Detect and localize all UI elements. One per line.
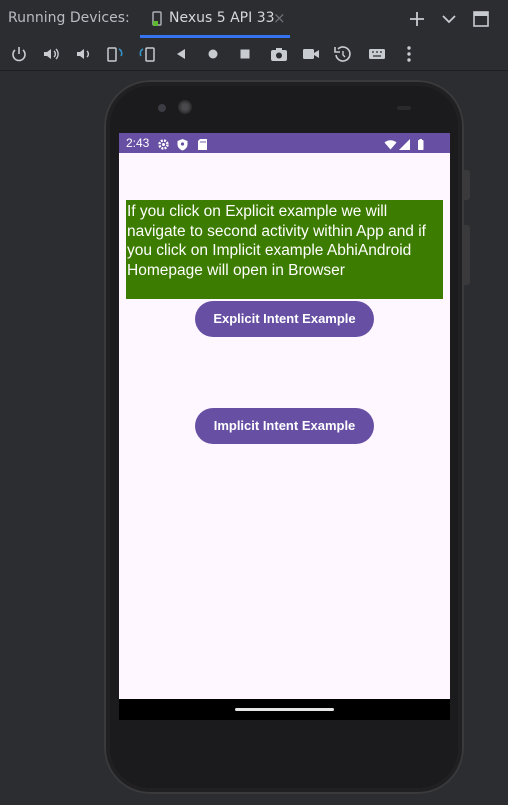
more-icon[interactable] [398, 43, 420, 65]
device-screen[interactable]: 2:43 If you click on Explicit example we… [119, 133, 450, 720]
explicit-intent-button[interactable]: Explicit Intent Example [195, 301, 374, 337]
sensor-icon [397, 106, 411, 110]
panel-title: Running Devices: [8, 10, 130, 26]
shield-icon [176, 136, 189, 151]
side-button[interactable] [464, 225, 470, 285]
overview-icon[interactable] [234, 43, 256, 65]
speaker-icon [178, 100, 192, 114]
wifi-icon [384, 136, 397, 150]
rotate-right-icon[interactable] [136, 43, 158, 65]
status-bar: 2:43 [119, 133, 450, 153]
screen-record-icon[interactable] [300, 43, 322, 65]
sd-card-icon [196, 136, 209, 150]
keyboard-icon[interactable] [366, 43, 388, 65]
emulator-toolbar [0, 38, 508, 71]
back-icon[interactable] [170, 43, 192, 65]
front-camera-icon [158, 104, 166, 112]
tab-label: Nexus 5 API 33 [169, 10, 275, 26]
rotate-left-icon[interactable] [104, 43, 126, 65]
device-icon [148, 10, 166, 28]
implicit-intent-button[interactable]: Implicit Intent Example [195, 408, 374, 444]
close-icon[interactable]: × [273, 9, 286, 27]
info-text: If you click on Explicit example we will… [126, 200, 443, 299]
battery-icon [414, 136, 427, 150]
side-button[interactable] [464, 170, 470, 200]
tab-nexus-5[interactable]: Nexus 5 API 33 × [140, 0, 290, 38]
signal-icon [398, 136, 411, 150]
running-devices-header: Running Devices: Nexus 5 API 33 × [0, 0, 508, 39]
volume-down-icon[interactable] [72, 43, 94, 65]
screenshot-icon[interactable] [268, 43, 290, 65]
reset-icon[interactable] [332, 43, 354, 65]
volume-up-icon[interactable] [40, 43, 62, 65]
window-icon[interactable] [470, 8, 492, 30]
gesture-handle[interactable] [235, 708, 334, 711]
navigation-bar [119, 699, 450, 720]
add-icon[interactable] [406, 8, 428, 30]
settings-icon [157, 136, 170, 150]
home-icon[interactable] [202, 43, 224, 65]
status-time: 2:43 [126, 136, 150, 150]
power-icon[interactable] [8, 43, 30, 65]
chevron-down-icon[interactable] [438, 8, 460, 30]
